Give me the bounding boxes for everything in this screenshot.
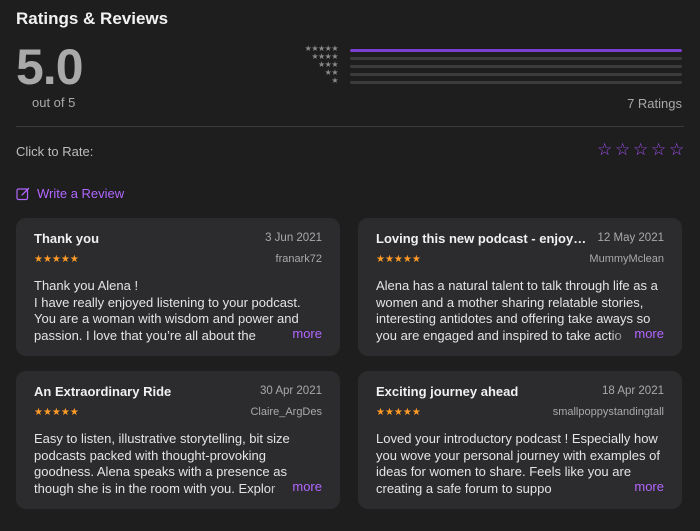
histogram-bar-5	[350, 49, 682, 52]
more-link[interactable]: more	[268, 326, 322, 341]
histogram-bar-2	[350, 73, 682, 76]
histogram-stars-4: ★★★★	[311, 53, 338, 61]
total-ratings: 7 Ratings	[627, 96, 682, 111]
click-to-rate-label: Click to Rate:	[16, 144, 94, 159]
review-stars: ★★★★★	[376, 254, 421, 265]
page-heading: Ratings & Reviews	[16, 9, 169, 28]
review-card: Exciting journey ahead 18 Apr 2021 ★★★★★…	[358, 371, 682, 509]
review-card: Loving this new podcast - enjoya... 12 M…	[358, 218, 682, 356]
review-date: 3 Jun 2021	[265, 232, 322, 244]
star-outline-icon[interactable]: ☆	[669, 141, 684, 159]
review-author: MummyMclean	[589, 253, 664, 265]
star-outline-icon[interactable]: ☆	[615, 141, 630, 159]
histogram-bar-1	[350, 81, 682, 84]
review-stars: ★★★★★	[34, 407, 79, 418]
review-author: smallpoppystandingtall	[552, 406, 664, 418]
more-link[interactable]: more	[610, 479, 664, 494]
write-review-label: Write a Review	[37, 186, 125, 201]
review-title: Thank you	[34, 231, 100, 246]
rate-stars[interactable]: ☆ ☆ ☆ ☆ ☆	[597, 141, 684, 159]
rating-scale-label: out of 5	[32, 95, 76, 110]
histogram-bar-4	[350, 57, 682, 60]
more-link[interactable]: more	[610, 326, 664, 341]
histogram-stars-2: ★★	[324, 69, 338, 77]
divider	[16, 126, 684, 127]
review-author: franark72	[275, 253, 322, 265]
histogram-bar-3	[350, 65, 682, 68]
review-card: An Extraordinary Ride 30 Apr 2021 ★★★★★ …	[16, 371, 340, 509]
review-date: 18 Apr 2021	[601, 385, 664, 397]
star-outline-icon[interactable]: ☆	[597, 141, 612, 159]
review-title: Exciting journey ahead	[376, 384, 519, 399]
review-author: Claire_ArgDes	[250, 406, 322, 418]
review-title: Loving this new podcast - enjoya...	[376, 231, 591, 246]
histogram-bar-fill-5	[350, 49, 682, 52]
review-date: 30 Apr 2021	[259, 385, 322, 397]
more-link[interactable]: more	[268, 479, 322, 494]
review-stars: ★★★★★	[34, 254, 79, 265]
histogram-stars-5: ★★★★★	[304, 45, 338, 53]
compose-icon	[16, 187, 30, 201]
histogram-stars-3: ★★★	[317, 61, 338, 69]
review-card: Thank you 3 Jun 2021 ★★★★★ franark72 Tha…	[16, 218, 340, 356]
average-rating: 5.0	[16, 39, 84, 95]
write-review-link[interactable]: Write a Review	[16, 186, 124, 201]
review-title: An Extraordinary Ride	[34, 384, 172, 399]
review-date: 12 May 2021	[597, 232, 665, 244]
histogram-stars-1: ★	[331, 77, 338, 85]
rating-histogram	[350, 49, 682, 89]
review-stars: ★★★★★	[376, 407, 421, 418]
star-outline-icon[interactable]: ☆	[651, 141, 666, 159]
star-outline-icon[interactable]: ☆	[633, 141, 648, 159]
histogram-star-labels: ★★★★★ ★★★★ ★★★ ★★ ★	[292, 45, 338, 85]
